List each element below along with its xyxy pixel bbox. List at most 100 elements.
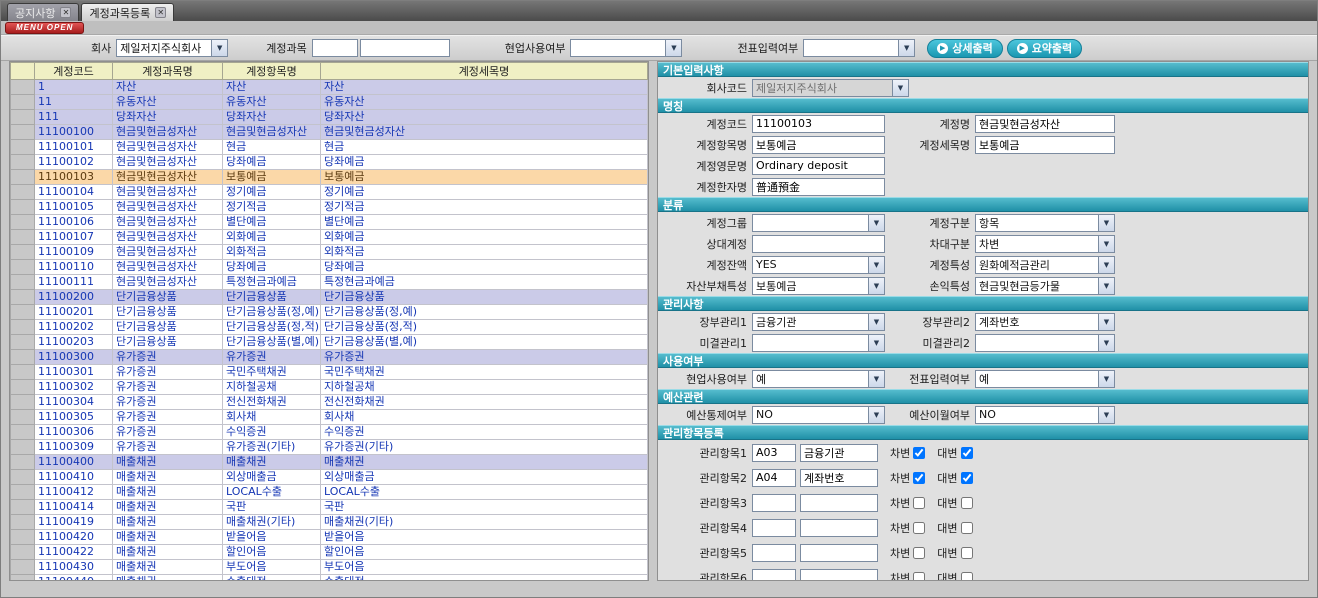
row-selector[interactable] (11, 425, 35, 440)
account-code-input[interactable] (752, 115, 885, 133)
credit-checkbox[interactable] (961, 497, 973, 509)
close-icon[interactable]: ✕ (60, 7, 71, 18)
account-name-input[interactable] (975, 115, 1115, 133)
row-selector[interactable] (11, 185, 35, 200)
table-row[interactable]: 1자산자산자산 (11, 80, 648, 95)
row-selector[interactable] (11, 365, 35, 380)
table-row[interactable]: 111당좌자산당좌자산당좌자산 (11, 110, 648, 125)
debit-checkbox[interactable] (913, 497, 925, 509)
table-row[interactable]: 11100430매출채권부도어음부도어음 (11, 560, 648, 575)
debit-credit-gubun-select[interactable]: 차변 ▼ (975, 235, 1115, 253)
table-row[interactable]: 11100107현금및현금성자산외화예금외화예금 (11, 230, 648, 245)
company-code-select[interactable]: 제일저지주식회사 ▼ (752, 79, 909, 97)
row-selector[interactable] (11, 215, 35, 230)
row-selector[interactable] (11, 200, 35, 215)
table-row[interactable]: 11100202단기금융상품단기금융상품(정,적)단기금융상품(정,적) (11, 320, 648, 335)
row-selector[interactable] (11, 260, 35, 275)
table-row[interactable]: 11100309유가증권유가증권(기타)유가증권(기타) (11, 440, 648, 455)
mgmt-item-code-input[interactable] (752, 569, 796, 582)
table-row[interactable]: 11유동자산유동자산유동자산 (11, 95, 648, 110)
table-row[interactable]: 11100440매출채권수출대전수출대전 (11, 575, 648, 582)
debit-checkbox[interactable] (913, 447, 925, 459)
row-selector[interactable] (11, 515, 35, 530)
credit-checkbox[interactable] (961, 522, 973, 534)
account-gubun-select[interactable]: 항목 ▼ (975, 214, 1115, 232)
debit-checkbox[interactable] (913, 547, 925, 559)
row-selector[interactable] (11, 530, 35, 545)
table-row[interactable]: 11100420매출채권받을어음받을어음 (11, 530, 648, 545)
budget-carry-select[interactable]: NO ▼ (975, 406, 1115, 424)
debit-checkbox[interactable] (913, 472, 925, 484)
debit-checkbox[interactable] (913, 572, 925, 582)
table-row[interactable]: 11100414매출채권국판국판 (11, 500, 648, 515)
row-selector[interactable] (11, 95, 35, 110)
mgmt-item-name-input[interactable] (800, 569, 878, 582)
row-selector[interactable] (11, 440, 35, 455)
credit-checkbox[interactable] (961, 447, 973, 459)
account-character-select[interactable]: 원화예적금관리 ▼ (975, 256, 1115, 274)
row-selector[interactable] (11, 455, 35, 470)
table-row[interactable]: 11100111현금및현금성자산특정현금과예금특정현금과예금 (11, 275, 648, 290)
mgmt-item-name-input[interactable] (800, 494, 878, 512)
table-row[interactable]: 11100304유가증권전신전화채권전신전화채권 (11, 395, 648, 410)
open-manage2-select[interactable]: ▼ (975, 334, 1115, 352)
table-row[interactable]: 11100105현금및현금성자산정기적금정기적금 (11, 200, 648, 215)
table-row[interactable]: 11100422매출채권할인어음할인어음 (11, 545, 648, 560)
row-selector[interactable] (11, 395, 35, 410)
table-row[interactable]: 11100109현금및현금성자산외화적금외화적금 (11, 245, 648, 260)
mgmt-item-code-input[interactable] (752, 494, 796, 512)
company-select[interactable]: 제일저지주식회사 ▼ (116, 39, 228, 57)
slip-yn-select[interactable]: 예 ▼ (975, 370, 1115, 388)
row-selector[interactable] (11, 470, 35, 485)
table-row[interactable]: 11100412매출채권LOCAL수출LOCAL수출 (11, 485, 648, 500)
item-name-input[interactable] (752, 136, 885, 154)
row-selector[interactable] (11, 125, 35, 140)
table-row[interactable]: 11100101현금및현금성자산현금현금 (11, 140, 648, 155)
credit-checkbox[interactable] (961, 547, 973, 559)
table-row[interactable]: 11100110현금및현금성자산당좌예금당좌예금 (11, 260, 648, 275)
hanja-name-input[interactable] (752, 178, 885, 196)
row-selector[interactable] (11, 500, 35, 515)
table-row[interactable]: 11100305유가증권회사채회사채 (11, 410, 648, 425)
table-row[interactable]: 11100410매출채권외상매출금외상매출금 (11, 470, 648, 485)
table-row[interactable]: 11100300유가증권유가증권유가증권 (11, 350, 648, 365)
mgmt-item-name-input[interactable] (800, 469, 878, 487)
credit-checkbox[interactable] (961, 572, 973, 582)
row-selector[interactable] (11, 110, 35, 125)
row-selector[interactable] (11, 305, 35, 320)
row-selector[interactable] (11, 560, 35, 575)
account-name-filter-input[interactable] (360, 39, 450, 57)
table-row[interactable]: 11100106현금및현금성자산별단예금별단예금 (11, 215, 648, 230)
mgmt-item-code-input[interactable] (752, 469, 796, 487)
table-row[interactable]: 11100103현금및현금성자산보통예금보통예금 (11, 170, 648, 185)
row-selector[interactable] (11, 335, 35, 350)
counter-account-input[interactable] (752, 235, 885, 253)
budget-control-select[interactable]: NO ▼ (752, 406, 885, 424)
tab-notice[interactable]: 공지사항 ✕ (7, 3, 79, 21)
row-selector[interactable] (11, 230, 35, 245)
table-row[interactable]: 11100302유가증권지하철공채지하철공채 (11, 380, 648, 395)
row-selector[interactable] (11, 350, 35, 365)
mgmt-item-name-input[interactable] (800, 519, 878, 537)
row-selector[interactable] (11, 290, 35, 305)
credit-checkbox[interactable] (961, 472, 973, 484)
table-row[interactable]: 11100102현금및현금성자산당좌예금당좌예금 (11, 155, 648, 170)
row-selector[interactable] (11, 245, 35, 260)
asset-liability-select[interactable]: 보통예금 ▼ (752, 277, 885, 295)
row-selector[interactable] (11, 380, 35, 395)
row-selector[interactable] (11, 275, 35, 290)
profit-loss-select[interactable]: 현금및현금등가물 ▼ (975, 277, 1115, 295)
row-selector[interactable] (11, 155, 35, 170)
mgmt-item-name-input[interactable] (800, 544, 878, 562)
mgmt-item-code-input[interactable] (752, 519, 796, 537)
slip-filter-select[interactable]: ▼ (803, 39, 915, 57)
tab-account-registration[interactable]: 계정과목등록 ✕ (81, 3, 174, 21)
table-row[interactable]: 11100104현금및현금성자산정기예금정기예금 (11, 185, 648, 200)
row-selector[interactable] (11, 170, 35, 185)
row-selector[interactable] (11, 140, 35, 155)
account-balance-select[interactable]: YES ▼ (752, 256, 885, 274)
row-selector[interactable] (11, 545, 35, 560)
use-filter-select[interactable]: ▼ (570, 39, 682, 57)
table-row[interactable]: 11100203단기금융상품단기금융상품(별,예)단기금융상품(별,예) (11, 335, 648, 350)
table-row[interactable]: 11100100현금및현금성자산현금및현금성자산현금및현금성자산 (11, 125, 648, 140)
